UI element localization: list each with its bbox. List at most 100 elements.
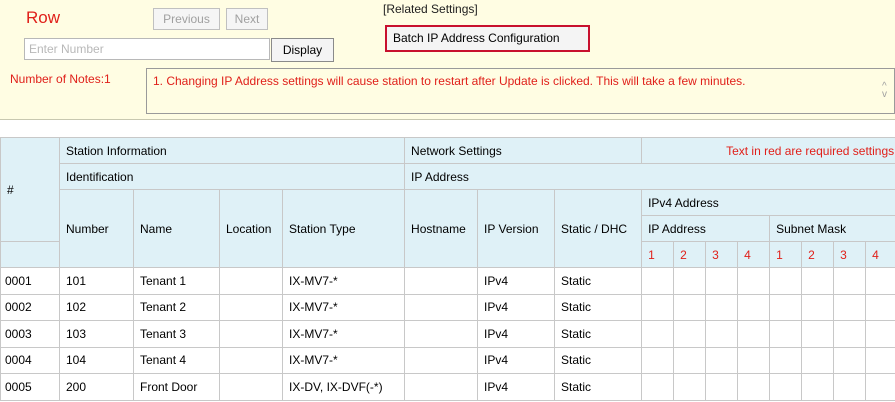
mask-octet-cell[interactable] <box>801 373 835 401</box>
ip-octet-cell[interactable] <box>737 346 771 374</box>
static-dhcp-cell[interactable]: Static <box>554 293 643 321</box>
table-row[interactable]: 0002 102 Tenant 2 IX-MV7-* IPv4 Static <box>0 293 895 321</box>
mask-octet-cell[interactable] <box>833 293 867 321</box>
ip-octet-cell[interactable] <box>673 293 707 321</box>
station-number[interactable]: 200 <box>59 373 134 401</box>
notes-scrollbar[interactable]: ^ v <box>882 82 892 100</box>
station-type[interactable]: IX-DV, IX-DVF(-*) <box>281 373 406 401</box>
ip-octet-cell[interactable] <box>641 267 675 295</box>
static-dhcp-cell[interactable]: Static <box>554 267 643 295</box>
ip-octet-cell[interactable] <box>705 373 739 401</box>
ip-version-cell[interactable]: IPv4 <box>477 346 556 374</box>
identification-header: Identification <box>58 163 406 190</box>
row-id: 0004 <box>0 346 60 374</box>
ip-octet-cell[interactable] <box>737 373 771 401</box>
station-number[interactable]: 103 <box>59 320 134 348</box>
required-note: Text in red are required settings <box>641 137 895 164</box>
ip-octet-cell[interactable] <box>705 293 739 321</box>
hostname-cell[interactable] <box>404 320 479 348</box>
mask-octet-3: 3 <box>833 241 867 268</box>
row-id: 0002 <box>0 293 60 321</box>
mask-octet-cell[interactable] <box>833 320 867 348</box>
ip-octet-cell[interactable] <box>673 373 707 401</box>
station-number[interactable]: 102 <box>59 293 134 321</box>
ip-octet-cell[interactable] <box>641 320 675 348</box>
notes-box[interactable]: 1. Changing IP Address settings will cau… <box>146 68 895 114</box>
next-button[interactable]: Next <box>226 8 268 30</box>
ip-octet-cell[interactable] <box>737 320 771 348</box>
mask-octet-cell[interactable] <box>769 267 803 295</box>
station-location[interactable] <box>219 320 283 348</box>
ip-version-cell[interactable]: IPv4 <box>477 293 556 321</box>
mask-octet-cell[interactable] <box>769 373 803 401</box>
mask-octet-cell[interactable] <box>833 267 867 295</box>
notes-count-label: Number of Notes:1 <box>10 72 111 86</box>
previous-button[interactable]: Previous <box>153 8 220 30</box>
static-dhcp-cell[interactable]: Static <box>554 373 643 401</box>
col-station-type: Station Type <box>281 189 406 268</box>
station-information-header: Station Information <box>58 137 406 164</box>
batch-ip-config-button[interactable]: Batch IP Address Configuration <box>385 25 590 52</box>
mask-octet-1: 1 <box>769 241 803 268</box>
hostname-cell[interactable] <box>404 293 479 321</box>
ip-octet-cell[interactable] <box>705 320 739 348</box>
mask-octet-cell[interactable] <box>833 346 867 374</box>
mask-octet-cell[interactable] <box>865 267 895 295</box>
ip-octet-cell[interactable] <box>737 293 771 321</box>
ip-octet-cell[interactable] <box>641 373 675 401</box>
table-row[interactable]: 0003 103 Tenant 3 IX-MV7-* IPv4 Static <box>0 320 895 348</box>
station-location[interactable] <box>219 267 283 295</box>
ip-octet-cell[interactable] <box>673 320 707 348</box>
station-name[interactable]: Tenant 3 <box>133 320 220 348</box>
ip-version-cell[interactable]: IPv4 <box>477 320 556 348</box>
number-input[interactable]: Enter Number <box>24 38 270 60</box>
table-row[interactable]: 0001 101 Tenant 1 IX-MV7-* IPv4 Static <box>0 267 895 295</box>
ip-octet-cell[interactable] <box>737 267 771 295</box>
station-number[interactable]: 101 <box>59 267 134 295</box>
row-id: 0001 <box>0 267 60 295</box>
mask-octet-cell[interactable] <box>865 373 895 401</box>
mask-octet-cell[interactable] <box>769 346 803 374</box>
ip-octet-cell[interactable] <box>673 346 707 374</box>
static-dhcp-cell[interactable]: Static <box>554 346 643 374</box>
station-type[interactable]: IX-MV7-* <box>281 293 406 321</box>
ip-octet-cell[interactable] <box>705 346 739 374</box>
station-name[interactable]: Tenant 1 <box>133 267 220 295</box>
station-name[interactable]: Front Door <box>133 373 220 401</box>
station-name[interactable]: Tenant 2 <box>133 293 220 321</box>
table-row[interactable]: 0005 200 Front Door IX-DV, IX-DVF(-*) IPv4 St… <box>0 373 895 401</box>
mask-octet-cell[interactable] <box>801 320 835 348</box>
mask-octet-cell[interactable] <box>833 373 867 401</box>
hostname-cell[interactable] <box>404 373 479 401</box>
static-dhcp-cell[interactable]: Static <box>554 320 643 348</box>
hostname-cell[interactable] <box>404 267 479 295</box>
table-row[interactable]: 0004 104 Tenant 4 IX-MV7-* IPv4 Static <box>0 346 895 374</box>
mask-octet-cell[interactable] <box>769 320 803 348</box>
display-button[interactable]: Display <box>271 38 334 62</box>
ip-octet-cell[interactable] <box>641 293 675 321</box>
ip-version-cell[interactable]: IPv4 <box>477 267 556 295</box>
station-name[interactable]: Tenant 4 <box>133 346 220 374</box>
mask-octet-cell[interactable] <box>865 346 895 374</box>
mask-octet-2: 2 <box>801 241 835 268</box>
mask-octet-4: 4 <box>865 241 895 268</box>
mask-octet-cell[interactable] <box>769 293 803 321</box>
station-location[interactable] <box>219 373 283 401</box>
station-number[interactable]: 104 <box>59 346 134 374</box>
station-type[interactable]: IX-MV7-* <box>281 346 406 374</box>
ip-octet-cell[interactable] <box>705 267 739 295</box>
ip-octet-1: 1 <box>641 241 675 268</box>
mask-octet-cell[interactable] <box>865 293 895 321</box>
ip-octet-cell[interactable] <box>673 267 707 295</box>
station-location[interactable] <box>219 346 283 374</box>
station-location[interactable] <box>219 293 283 321</box>
mask-octet-cell[interactable] <box>865 320 895 348</box>
hostname-cell[interactable] <box>404 346 479 374</box>
station-type[interactable]: IX-MV7-* <box>281 320 406 348</box>
ip-version-cell[interactable]: IPv4 <box>477 373 556 401</box>
mask-octet-cell[interactable] <box>801 267 835 295</box>
station-type[interactable]: IX-MV7-* <box>281 267 406 295</box>
ip-octet-cell[interactable] <box>641 346 675 374</box>
mask-octet-cell[interactable] <box>801 346 835 374</box>
mask-octet-cell[interactable] <box>801 293 835 321</box>
